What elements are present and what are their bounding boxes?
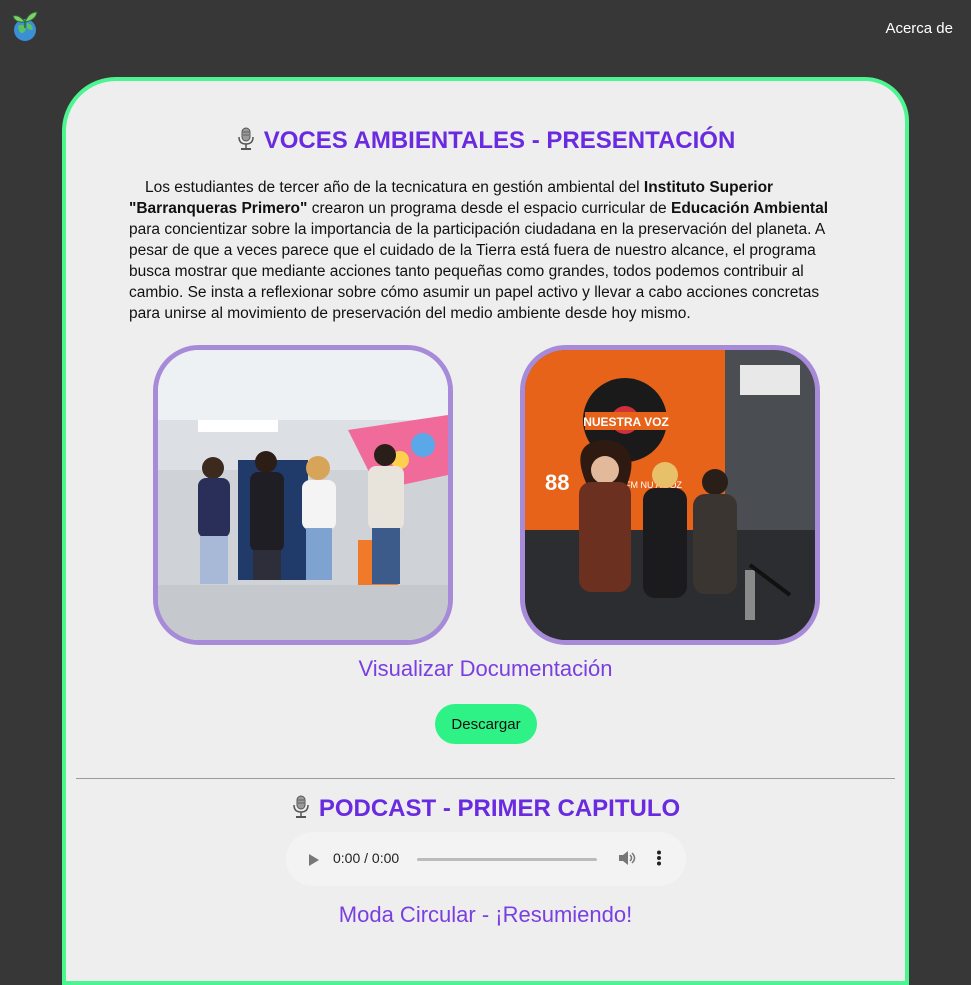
photo-radio-studio: NUESTRA VOZ 88 FM NU A VOZ — [520, 345, 820, 645]
intro-text-3: para concientizar sobre la importancia d… — [129, 221, 825, 322]
more-options-icon[interactable] — [656, 850, 662, 870]
volume-icon[interactable] — [618, 850, 636, 870]
section-title-presentation: VOCES AMBIENTALES - PRESENTACIÓN — [66, 127, 905, 158]
view-documentation-link[interactable]: Visualizar Documentación — [66, 656, 905, 682]
audio-player[interactable]: 0:00 / 0:00 — [286, 832, 686, 886]
photo-students-group — [153, 345, 453, 645]
intro-bold-subject: Educación Ambiental — [670, 200, 829, 217]
intro-text-2: crearon un programa desde el espacio cur… — [307, 200, 671, 217]
download-button[interactable]: Descargar — [435, 704, 537, 744]
section-divider — [76, 778, 895, 779]
play-icon[interactable] — [308, 852, 320, 871]
studio-sign-text: NUESTRA VOZ — [583, 415, 669, 429]
intro-text-1: Los estudiantes de tercer año de la tecn… — [145, 179, 644, 196]
nav-about-link[interactable]: Acerca de — [885, 20, 953, 37]
intro-paragraph: Los estudiantes de tercer año de la tecn… — [129, 177, 849, 324]
studio-frequency-text: 88 — [545, 470, 569, 495]
section-title-text: VOCES AMBIENTALES - PRESENTACIÓN — [263, 127, 736, 154]
logo-icon[interactable] — [9, 8, 41, 42]
content-card: VOCES AMBIENTALES - PRESENTACIÓN Los est… — [62, 77, 909, 985]
section-title-podcast: PODCAST - PRIMER CAPITULO — [66, 795, 905, 826]
audio-time: 0:00 / 0:00 — [333, 850, 400, 866]
microphone-icon — [291, 795, 311, 826]
episode-link[interactable]: Moda Circular - ¡Resumiendo! — [66, 902, 905, 928]
section-title-text: PODCAST - PRIMER CAPITULO — [318, 795, 681, 822]
microphone-icon — [236, 127, 256, 158]
top-navbar: Acerca de — [0, 0, 971, 56]
audio-progress-track[interactable] — [417, 858, 597, 861]
